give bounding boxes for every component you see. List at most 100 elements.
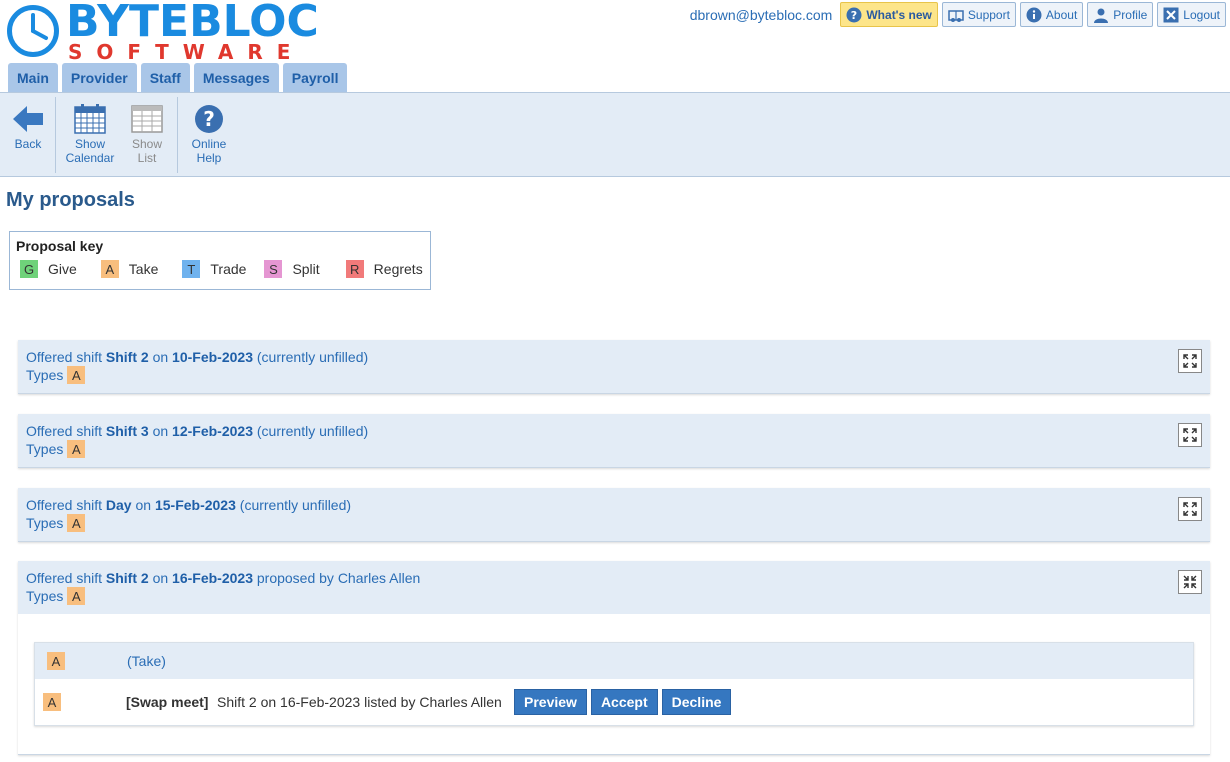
proposal-header[interactable]: Offered shift Day on 15-Feb-2023 (curren… <box>18 488 1210 541</box>
back-label: Back <box>14 137 42 151</box>
expand-button[interactable] <box>1178 497 1202 521</box>
expand-button[interactable] <box>1178 349 1202 373</box>
logout-button[interactable]: Logout <box>1157 2 1226 27</box>
proposal-key-title: Proposal key <box>16 238 104 254</box>
tab-payroll[interactable]: Payroll <box>282 63 348 92</box>
type-badge-take: A <box>100 260 119 278</box>
decline-button[interactable]: Decline <box>661 689 732 715</box>
collapse-icon <box>1183 575 1197 589</box>
tab-main[interactable]: Main <box>8 63 58 92</box>
detail-type-label: (Take) <box>127 653 166 669</box>
proposal-shift: Shift 2 <box>105 570 149 586</box>
types-label: Types <box>26 440 64 457</box>
type-badge-take: A <box>67 587 86 605</box>
toolbar-separator <box>55 97 56 173</box>
toolbar: Back Show Calendar Show List ? Online He… <box>0 92 1230 177</box>
clock-icon <box>7 5 59 57</box>
bytebloc-logo[interactable]: BYTEBLOC SOFTWARE <box>6 0 319 62</box>
list-icon <box>131 105 163 133</box>
row-actions: Preview Accept Decline <box>514 689 732 715</box>
type-badge-take: A <box>43 693 61 711</box>
key-label-split: Split <box>292 261 320 277</box>
main-tabs: Main Provider Staff Messages Payroll <box>8 63 348 92</box>
top-right-menu: dbrown@bytebloc.com ? What's new Support… <box>690 2 1226 27</box>
type-badge-trade: T <box>182 260 201 278</box>
whats-new-button[interactable]: ? What's new <box>840 2 938 27</box>
key-label-take: Take <box>128 261 159 277</box>
help-icon: ? <box>195 105 223 133</box>
support-label: Support <box>967 7 1010 22</box>
logo-text-top: BYTEBLOC <box>66 0 319 47</box>
expand-button[interactable] <box>1178 423 1202 447</box>
key-item-regrets: R Regrets <box>345 260 423 278</box>
online-help-label-2: Help <box>196 151 222 165</box>
proposal-key: Proposal key G Give A Take T Trade S Spl… <box>9 231 431 290</box>
expand-icon <box>1183 428 1197 442</box>
proposal-prefix: Offered shift <box>26 570 103 586</box>
key-label-give: Give <box>48 261 77 277</box>
proposal-header[interactable]: Offered shift Shift 3 on 12-Feb-2023 (cu… <box>18 414 1210 467</box>
proposal-on: on <box>152 423 169 439</box>
types-label: Types <box>26 514 64 531</box>
profile-button[interactable]: Profile <box>1087 2 1154 27</box>
online-help-button[interactable]: ? Online Help <box>186 101 232 165</box>
about-button[interactable]: About <box>1019 2 1084 27</box>
close-icon <box>1163 7 1179 22</box>
types-label: Types <box>26 366 64 383</box>
proposal-status: (currently unfilled) <box>239 497 352 513</box>
logo-text-bottom: SOFTWARE <box>68 40 305 64</box>
proposal-on: on <box>152 570 169 586</box>
proposal-card: Offered shift Shift 3 on 12-Feb-2023 (cu… <box>18 414 1210 468</box>
type-badge-regrets: R <box>345 260 364 278</box>
expand-icon <box>1183 502 1197 516</box>
proposal-status: (currently unfilled) <box>256 423 369 439</box>
show-calendar-button[interactable]: Show Calendar <box>62 101 118 165</box>
shift-description: Shift 2 on 16-Feb-2023 listed by Charles… <box>217 694 502 710</box>
table-row: A [Swap meet] Shift 2 on 16-Feb-2023 lis… <box>35 679 1193 725</box>
swap-meet-tag: [Swap meet] <box>126 694 209 710</box>
show-list-button[interactable]: Show List <box>127 101 167 165</box>
preview-button[interactable]: Preview <box>514 689 587 715</box>
proposal-header[interactable]: Offered shift Shift 2 on 10-Feb-2023 (cu… <box>18 340 1210 393</box>
logout-label: Logout <box>1183 7 1220 22</box>
proposal-prefix: Offered shift <box>26 349 103 365</box>
types-label: Types <box>26 587 64 604</box>
key-item-trade: T Trade <box>182 260 246 278</box>
show-calendar-label-2: Calendar <box>65 151 115 165</box>
profile-label: Profile <box>1113 7 1148 22</box>
toolbar-separator <box>177 97 178 173</box>
proposal-on: on <box>135 497 152 513</box>
proposal-shift: Shift 3 <box>105 423 149 439</box>
proposal-card: Offered shift Day on 15-Feb-2023 (curren… <box>18 488 1210 542</box>
svg-text:?: ? <box>851 9 857 22</box>
whats-new-label: What's new <box>866 7 932 22</box>
tab-provider[interactable]: Provider <box>61 63 137 92</box>
question-circle-icon: ? <box>846 7 862 22</box>
type-badge-take: A <box>47 652 65 670</box>
support-button[interactable]: Support <box>941 2 1016 27</box>
proposal-status: (currently unfilled) <box>256 349 369 365</box>
tab-messages[interactable]: Messages <box>193 63 279 92</box>
key-label-trade: Trade <box>210 261 247 277</box>
show-calendar-label-1: Show <box>74 137 106 151</box>
key-label-regrets: Regrets <box>373 261 423 277</box>
type-badge-take: A <box>67 366 86 384</box>
proposal-detail-table: A (Take) A [Swap meet] Shift 2 on 16-Feb… <box>34 642 1194 726</box>
user-email: dbrown@bytebloc.com <box>689 6 833 23</box>
svg-text:?: ? <box>203 107 215 131</box>
collapse-button[interactable] <box>1178 570 1202 594</box>
type-badge-take: A <box>67 514 86 532</box>
key-item-take: A Take <box>100 260 159 278</box>
calendar-icon <box>74 104 106 134</box>
tab-staff[interactable]: Staff <box>140 63 190 92</box>
back-arrow-icon <box>13 106 43 132</box>
proposal-prefix: Offered shift <box>26 497 103 513</box>
proposal-header[interactable]: Offered shift Shift 2 on 16-Feb-2023 pro… <box>18 561 1210 614</box>
show-list-label-1: Show <box>131 137 163 151</box>
back-button[interactable]: Back <box>10 101 46 151</box>
accept-button[interactable]: Accept <box>590 689 658 715</box>
key-item-give: G Give <box>20 260 77 278</box>
proposal-date: 15-Feb-2023 <box>154 497 236 513</box>
proposal-shift: Shift 2 <box>105 349 149 365</box>
show-list-label-2: List <box>137 151 157 165</box>
